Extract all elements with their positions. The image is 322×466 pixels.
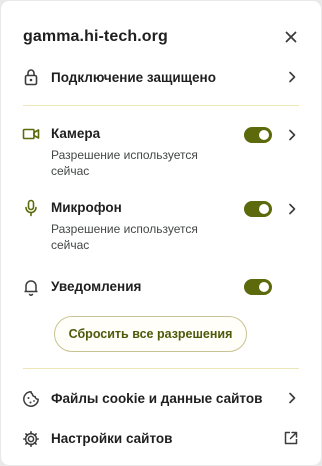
permission-camera[interactable]: Камера Разрешение используется сейчас	[1, 119, 321, 181]
microphone-label: Микрофон	[51, 200, 122, 215]
chevron-right-icon[interactable]	[284, 127, 300, 143]
cookie-icon	[23, 391, 39, 407]
notifications-label: Уведомления	[51, 279, 142, 294]
chevron-right-icon	[289, 71, 296, 83]
cookies-label: Файлы cookie и данные сайтов	[51, 391, 263, 406]
permission-microphone[interactable]: Микрофон Разрешение используется сейчас	[1, 193, 321, 255]
divider	[23, 368, 299, 369]
toggle-knob	[259, 204, 269, 214]
divider	[23, 105, 299, 106]
gear-icon	[23, 431, 39, 447]
connection-label: Подключение защищено	[51, 70, 216, 85]
connection-row[interactable]: Подключение защищено	[1, 57, 321, 97]
camera-label: Камера	[51, 126, 101, 141]
cookies-row[interactable]: Файлы cookie и данные сайтов	[1, 381, 321, 417]
chevron-right-icon[interactable]	[284, 201, 300, 217]
toggle-knob	[259, 130, 269, 140]
close-icon	[285, 31, 297, 43]
reset-permissions-button[interactable]: Сбросить все разрешения	[54, 316, 247, 352]
microphone-toggle[interactable]	[244, 201, 272, 217]
chevron-right-icon	[289, 392, 296, 404]
lock-icon	[24, 69, 38, 86]
camera-toggle[interactable]	[244, 127, 272, 143]
toggle-knob	[259, 282, 269, 292]
permission-notifications[interactable]: Уведомления	[1, 273, 321, 301]
microphone-status: Разрешение используется сейчас	[51, 222, 198, 252]
camera-icon	[22, 128, 40, 140]
open-external-icon	[284, 431, 298, 445]
site-info-popup: gamma.hi-tech.org Подключение защищено К…	[1, 1, 321, 465]
microphone-icon	[25, 199, 37, 217]
notifications-toggle[interactable]	[244, 279, 272, 295]
site-settings-label: Настройки сайтов	[51, 431, 173, 446]
close-button[interactable]	[279, 25, 303, 49]
camera-status: Разрешение используется сейчас	[51, 148, 198, 178]
bell-icon	[24, 280, 38, 296]
site-settings-row[interactable]: Настройки сайтов	[1, 421, 321, 457]
site-title: gamma.hi-tech.org	[23, 28, 168, 45]
